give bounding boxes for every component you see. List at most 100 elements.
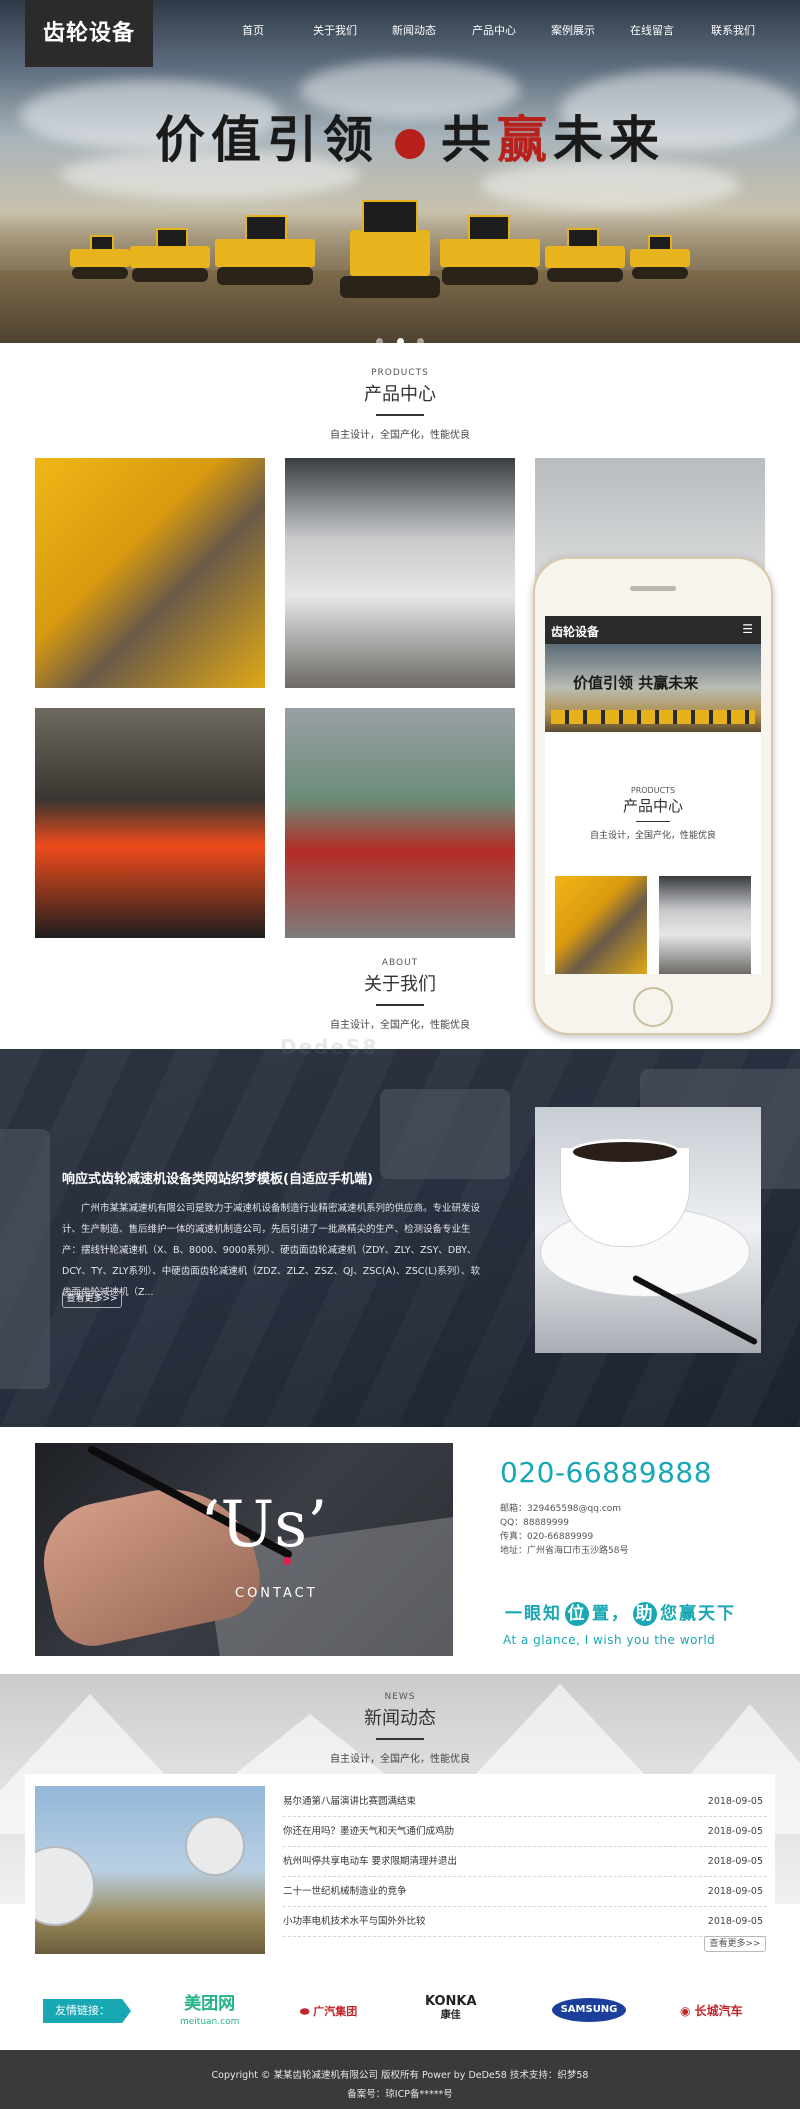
news-en: NEWS bbox=[384, 1692, 416, 1702]
contact-image: ‘Us’ CONTACT bbox=[35, 1443, 453, 1656]
contact-word: CONTACT bbox=[235, 1586, 318, 1601]
bulldozer bbox=[215, 215, 315, 295]
slide-dot-active[interactable] bbox=[396, 338, 404, 343]
about-heading: ABOUT 关于我们 自主设计，全国产化，性能优良 bbox=[0, 958, 800, 1031]
slider-dots[interactable] bbox=[0, 330, 800, 343]
product-image-2[interactable] bbox=[285, 458, 515, 688]
title-underline bbox=[376, 1004, 424, 1006]
mobile-products-en: PRODUCTS bbox=[630, 786, 676, 795]
watermark: DedeS8 bbox=[280, 1035, 379, 1059]
news-date: 2018-09-05 bbox=[707, 1886, 763, 1897]
nav-products[interactable]: 产品中心 bbox=[472, 22, 516, 38]
product-image-1[interactable] bbox=[35, 458, 265, 688]
news-image-satellite[interactable] bbox=[35, 1786, 265, 1954]
nav-about[interactable]: 关于我们 bbox=[313, 22, 357, 38]
product-image-5[interactable] bbox=[285, 708, 515, 938]
contact-address: 地址：广州省海口市玉沙路58号 bbox=[500, 1546, 629, 1556]
office-chair bbox=[380, 1089, 510, 1179]
about-section: 响应式齿轮减速机设备类网站织梦模板(自适应手机端) 广州市某某减速机有限公司是致… bbox=[0, 1049, 800, 1427]
footer: Copyright © 某某齿轮减速机有限公司 版权所有 Power by De… bbox=[0, 2050, 800, 2109]
about-image-coffee bbox=[535, 1107, 761, 1353]
news-date: 2018-09-05 bbox=[707, 1826, 763, 1837]
main-nav: 首页 关于我们 新闻动态 产品中心 案例展示 在线留言 联系我们 bbox=[0, 0, 800, 56]
gac-logo-icon: ⬬ bbox=[300, 2005, 314, 2018]
nav-contact[interactable]: 联系我们 bbox=[711, 22, 755, 38]
contact-phone[interactable]: 020-66889888 bbox=[500, 1456, 712, 1489]
footer-icp[interactable]: 备案号：琼ICP备*****号 bbox=[0, 2086, 800, 2100]
hamburger-icon: ☰ bbox=[742, 622, 753, 636]
greatwall-logo-icon: ◉ bbox=[680, 2004, 695, 2018]
mobile-products-heading: PRODUCTS 产品中心 自主设计，全国产化，性能优良 bbox=[545, 786, 761, 841]
tagline-circle: 位 bbox=[565, 1602, 589, 1626]
slide-dot[interactable] bbox=[416, 338, 424, 343]
footer-copyright: Copyright © 某某齿轮减速机有限公司 版权所有 Power by De… bbox=[211, 2070, 589, 2081]
news-item[interactable]: 易尔通第八届演讲比赛圆满结束 2018-09-05 bbox=[283, 1787, 767, 1817]
news-heading: NEWS 新闻动态 自主设计，全国产化，性能优良 bbox=[0, 1692, 800, 1765]
title-underline bbox=[376, 1738, 424, 1740]
about-title: 关于我们 bbox=[364, 974, 436, 995]
slide-dot[interactable] bbox=[376, 338, 384, 343]
tagline: 一眼知位置，助您赢天下 bbox=[505, 1602, 736, 1626]
nav-news[interactable]: 新闻动态 bbox=[392, 22, 436, 38]
phone-screen: 齿轮设备 ☰ 价值引领 共赢未来 PRODUCTS 产品中心 自主设计，全国产化… bbox=[545, 616, 761, 974]
mobile-products-subtitle: 自主设计，全国产化，性能优良 bbox=[589, 831, 716, 841]
contact-qq: QQ：88889999 bbox=[500, 1518, 569, 1528]
office-chair bbox=[0, 1129, 50, 1389]
title-underline bbox=[376, 414, 424, 416]
partner-konka[interactable]: KONKA 康佳 bbox=[425, 1995, 477, 2025]
nav-cases[interactable]: 案例展示 bbox=[551, 22, 595, 38]
products-title: 产品中心 bbox=[364, 384, 436, 405]
satellite-dish bbox=[185, 1816, 245, 1876]
contact-fax: 传真：020-66889999 bbox=[500, 1532, 594, 1542]
coffee bbox=[570, 1139, 680, 1165]
mobile-slogan: 价值引领 共赢未来 bbox=[573, 674, 699, 692]
bulldozer bbox=[630, 235, 690, 285]
tagline-en: At a glance, I wish you the world bbox=[503, 1633, 716, 1647]
news-item[interactable]: 你还在用吗？墨迹天气和天气通们成鸡肋 2018-09-05 bbox=[283, 1817, 767, 1847]
title-underline bbox=[636, 821, 670, 822]
mobile-bulldozers bbox=[551, 710, 755, 724]
partner-samsung[interactable]: SAMSUNG bbox=[552, 1998, 626, 2022]
news-item[interactable]: 杭州叫停共享电动车 要求限期清理并退出 2018-09-05 bbox=[283, 1847, 767, 1877]
nav-home[interactable]: 首页 bbox=[242, 22, 264, 38]
news-more-button[interactable]: 查看更多>> bbox=[704, 1936, 766, 1952]
contact-us-text: ‘Us’ bbox=[200, 1488, 328, 1562]
news-list: 易尔通第八届演讲比赛圆满结束 2018-09-05 你还在用吗？墨迹天气和天气通们… bbox=[283, 1787, 767, 1937]
bulldozer bbox=[70, 235, 130, 285]
seal-icon bbox=[395, 129, 425, 159]
news-item[interactable]: 二十一世纪机械制造业的竞争 2018-09-05 bbox=[283, 1877, 767, 1907]
mobile-logo: 齿轮设备 bbox=[551, 625, 600, 639]
tagline-circle: 助 bbox=[633, 1602, 657, 1626]
bulldozer bbox=[130, 228, 210, 288]
mobile-header: 齿轮设备 ☰ bbox=[545, 616, 761, 644]
product-image-4[interactable] bbox=[35, 708, 265, 938]
satellite-dish bbox=[35, 1846, 95, 1926]
news-date: 2018-09-05 bbox=[707, 1916, 763, 1927]
news-date: 2018-09-05 bbox=[707, 1856, 763, 1867]
banner-slogan: 价值引领 共赢未来 bbox=[155, 110, 665, 169]
about-more-button[interactable]: 查看更多>> bbox=[62, 1291, 122, 1308]
mobile-products-title: 产品中心 bbox=[622, 797, 683, 815]
contact-email[interactable]: 邮箱：329465598@qq.com bbox=[500, 1502, 628, 1516]
partner-gac[interactable]: ⬬ 广汽集团 bbox=[300, 2003, 357, 2033]
about-subtitle: 自主设计，全国产化，性能优良 bbox=[330, 1020, 470, 1031]
bulldozer bbox=[545, 228, 625, 288]
products-en: PRODUCTS bbox=[371, 368, 429, 378]
mobile-banner: 价值引领 共赢未来 bbox=[545, 644, 761, 732]
partner-meituan[interactable]: 美团网 meituan.com bbox=[180, 1995, 239, 2027]
about-en: ABOUT bbox=[381, 958, 419, 968]
news-item[interactable]: 小功率电机技术水平与国外外比较 2018-09-05 bbox=[283, 1907, 767, 1937]
about-company-title: 响应式齿轮减速机设备类网站织梦模板(自适应手机端) bbox=[62, 1172, 373, 1187]
partner-greatwall[interactable]: ◉ 长城汽车 bbox=[680, 2002, 743, 2032]
phone-speaker bbox=[630, 586, 676, 591]
contact-details: 邮箱：329465598@qq.com QQ：88889999 传真：020-6… bbox=[500, 1502, 628, 1558]
nav-message[interactable]: 在线留言 bbox=[630, 22, 674, 38]
red-dot bbox=[283, 1557, 291, 1565]
news-title: 新闻动态 bbox=[364, 1708, 436, 1729]
news-date: 2018-09-05 bbox=[707, 1796, 763, 1807]
bulldozer bbox=[340, 200, 440, 310]
bulldozer bbox=[440, 215, 540, 295]
products-subtitle: 自主设计，全国产化，性能优良 bbox=[330, 430, 470, 441]
products-heading: PRODUCTS 产品中心 自主设计，全国产化，性能优良 bbox=[0, 368, 800, 441]
news-subtitle: 自主设计，全国产化，性能优良 bbox=[330, 1754, 470, 1765]
